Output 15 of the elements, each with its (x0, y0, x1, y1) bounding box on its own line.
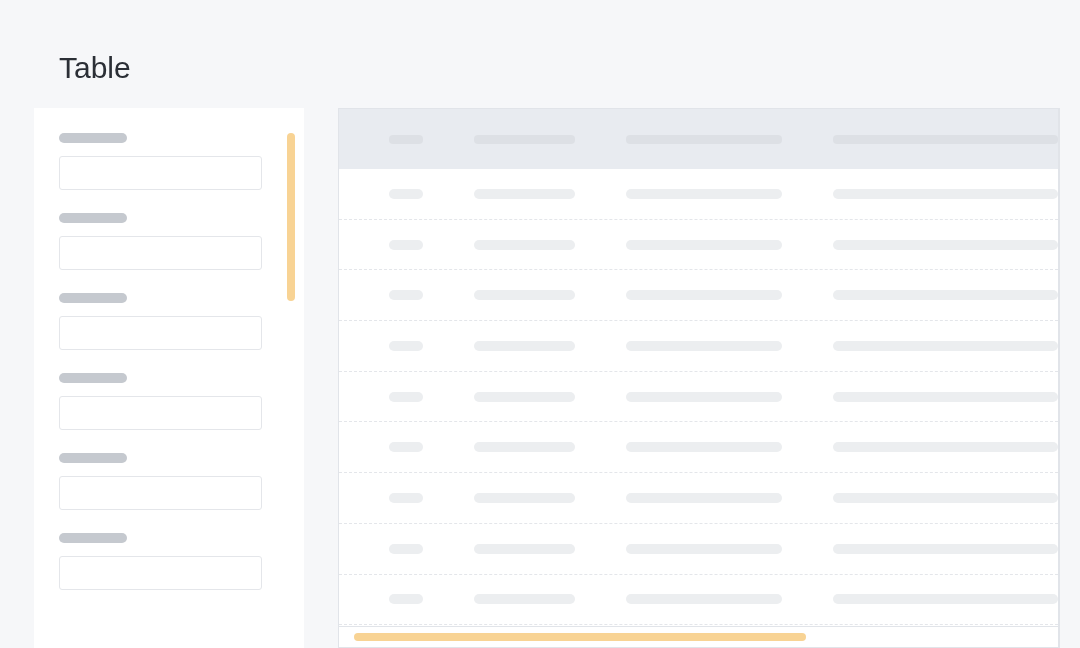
label-skeleton-bar (59, 133, 127, 143)
label-skeleton-bar (59, 533, 127, 543)
label-skeleton-bar (59, 373, 127, 383)
input-field[interactable] (59, 396, 262, 430)
scrollbar-thumb[interactable] (287, 133, 295, 301)
label-skeleton-bar (59, 293, 127, 303)
label-skeleton-bar (59, 453, 127, 463)
input-field[interactable] (59, 156, 262, 190)
input-field[interactable] (59, 236, 262, 270)
page-title: Table (59, 50, 132, 86)
scrollbar-thumb[interactable] (354, 633, 806, 641)
input-field[interactable] (59, 556, 262, 590)
label-skeleton-bar (59, 213, 127, 223)
input-field[interactable] (59, 316, 262, 350)
input-field[interactable] (59, 476, 262, 510)
